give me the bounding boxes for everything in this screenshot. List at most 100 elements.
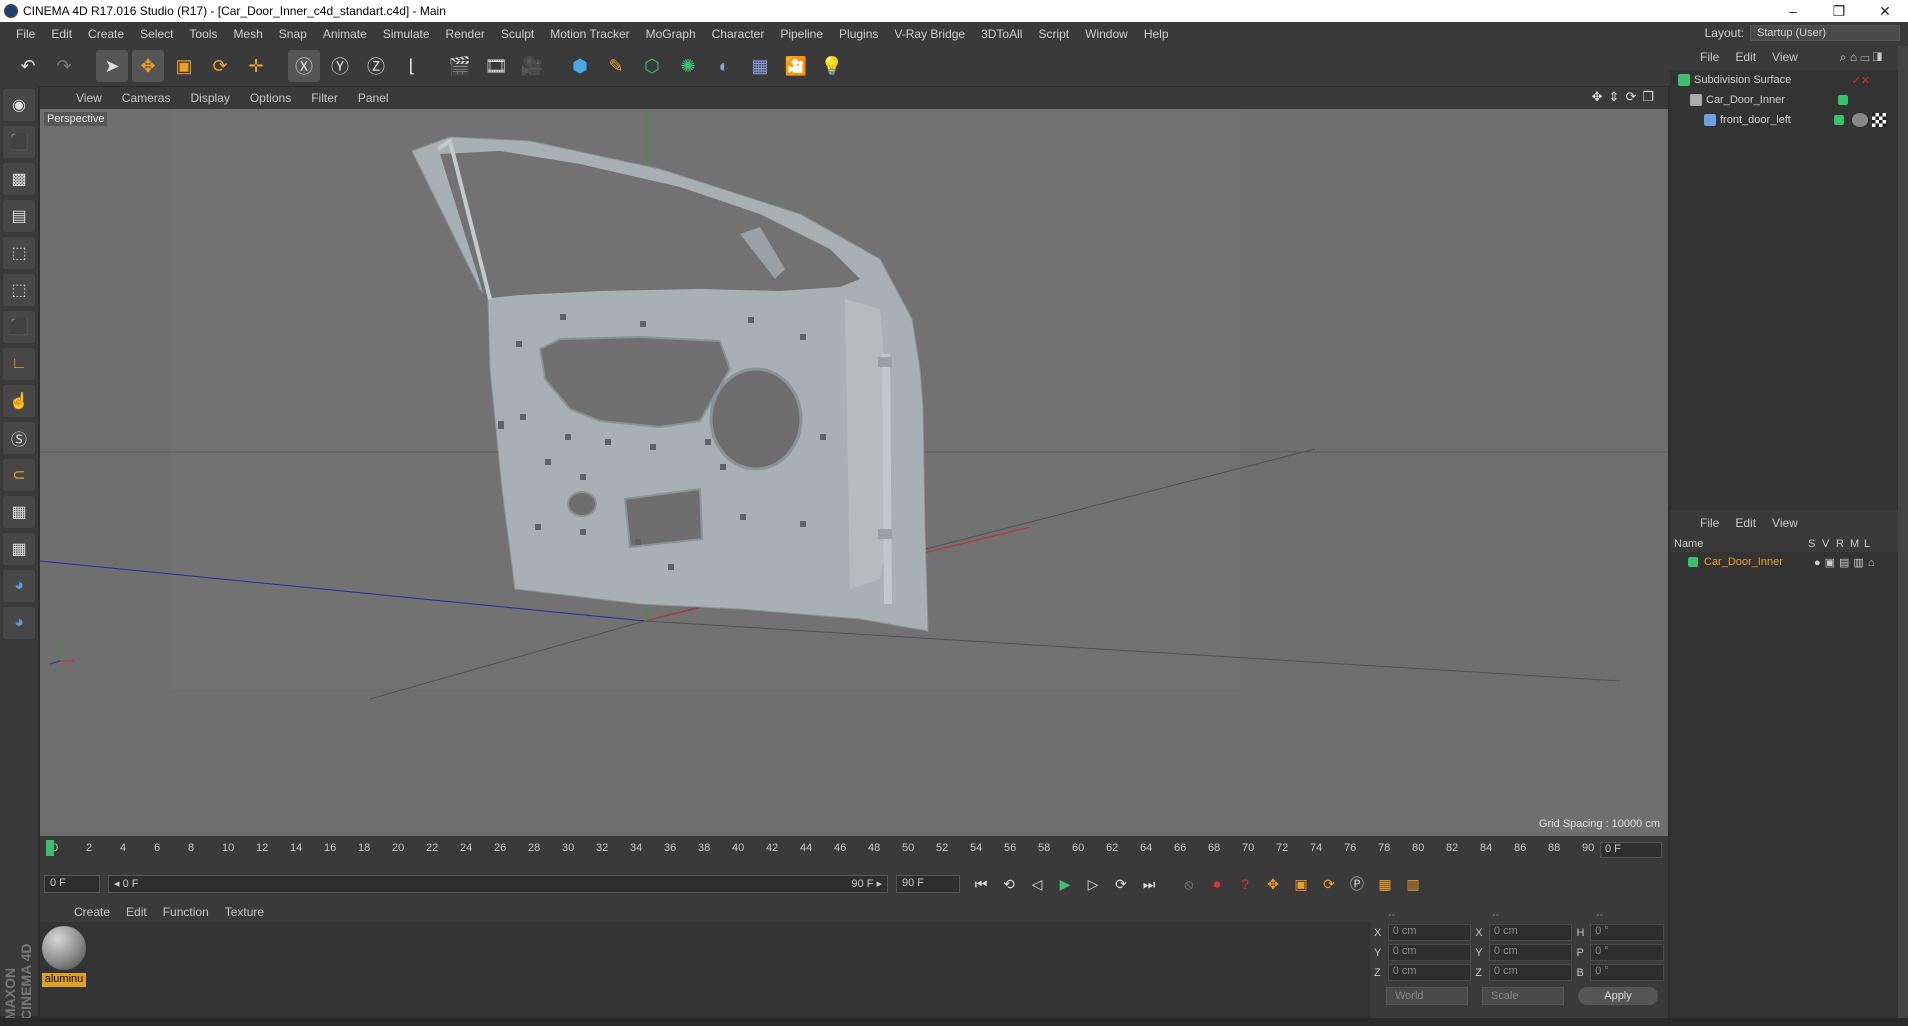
y-axis-lock-icon[interactable]: Ⓨ xyxy=(324,50,356,82)
size-x-field[interactable]: 0 cm xyxy=(1488,924,1573,941)
menu-sculpt[interactable]: Sculpt xyxy=(493,27,542,41)
material-menu-function[interactable]: Function xyxy=(155,905,217,919)
live-select-icon[interactable]: ✛ xyxy=(240,50,272,82)
make-editable-icon[interactable]: ◉ xyxy=(3,89,35,121)
menu-motion-tracker[interactable]: Motion Tracker xyxy=(542,27,637,41)
light-icon[interactable]: 💡 xyxy=(816,50,848,82)
cube-object-icon[interactable]: ⬢ xyxy=(564,50,596,82)
viewport-camera-label[interactable]: Perspective xyxy=(44,112,108,126)
camera-icon[interactable]: 🎦 xyxy=(780,50,812,82)
layout-dropdown[interactable]: Startup (User) xyxy=(1750,25,1900,41)
layer-flag-icons[interactable]: ●▣▤▥⌂ xyxy=(1814,556,1878,569)
object-visibility-toggle-icon[interactable]: ✓✕ xyxy=(1852,74,1870,87)
material-swatch[interactable]: aluminu xyxy=(42,926,88,988)
keyframe-selection-icon[interactable]: ? xyxy=(1232,871,1258,897)
size-mode-dropdown[interactable]: Scale xyxy=(1482,987,1564,1005)
menu-vray-bridge[interactable]: V-Ray Bridge xyxy=(886,27,973,41)
size-z-field[interactable]: 0 cm xyxy=(1488,964,1573,981)
coordinate-mode-dropdown[interactable]: World xyxy=(1386,987,1468,1005)
snap-magnet-icon[interactable]: ⊂ xyxy=(3,459,35,491)
layer-color-dot[interactable] xyxy=(1838,95,1848,105)
go-to-start-icon[interactable]: ⏮ xyxy=(968,871,994,897)
previous-key-icon[interactable]: ⟲ xyxy=(996,871,1022,897)
size-y-field[interactable]: 0 cm xyxy=(1488,944,1573,961)
viewport-menu-options[interactable]: Options xyxy=(240,91,301,105)
restore-button[interactable]: ❐ xyxy=(1816,3,1862,20)
tweak-mode-icon[interactable]: ☝ xyxy=(3,385,35,417)
viewport-menu-view[interactable]: View xyxy=(66,91,112,105)
rotation-h-field[interactable]: 0 ° xyxy=(1590,924,1664,941)
menu-simulate[interactable]: Simulate xyxy=(375,27,438,41)
menu-character[interactable]: Character xyxy=(704,27,773,41)
position-y-field[interactable]: 0 cm xyxy=(1387,944,1472,961)
menu-render[interactable]: Render xyxy=(438,27,493,41)
autokey-icon[interactable]: ⏺ xyxy=(1204,871,1230,897)
minimize-button[interactable]: – xyxy=(1770,3,1816,19)
array-icon[interactable]: ✺ xyxy=(672,50,704,82)
material-menu-create[interactable]: Create xyxy=(66,905,118,919)
viewport-menu-panel[interactable]: Panel xyxy=(348,91,399,105)
viewport-menu-display[interactable]: Display xyxy=(180,91,239,105)
object-menu-file[interactable]: File xyxy=(1692,50,1727,64)
layer-menu-view[interactable]: View xyxy=(1764,516,1806,530)
key-rotation-icon[interactable]: ⟳ xyxy=(1316,871,1342,897)
key-pla-icon[interactable]: ▦ xyxy=(1372,871,1398,897)
python-console-icon[interactable]: ◕ xyxy=(3,607,35,639)
position-z-field[interactable]: 0 cm xyxy=(1387,964,1472,981)
render-picture-viewer-icon[interactable]: 🎞 xyxy=(480,50,512,82)
subdivision-icon[interactable]: ⬡ xyxy=(636,50,668,82)
timeline-ruler[interactable]: 0 2 4 6 8 10 12 14 16 18 20 22 24 26 28 30 32 34 36 38 40 42 4… xyxy=(40,836,1668,866)
workplane-lock-icon[interactable]: ▦ xyxy=(3,496,35,528)
viewport-menu-filter[interactable]: Filter xyxy=(301,91,348,105)
edges-mode-icon[interactable]: ⬚ xyxy=(3,274,35,306)
menu-help[interactable]: Help xyxy=(1136,27,1177,41)
position-x-field[interactable]: 0 cm xyxy=(1387,924,1472,941)
points-mode-icon[interactable]: ⬚ xyxy=(3,237,35,269)
texture-tag-icon[interactable] xyxy=(1872,113,1886,127)
layer-color-dot[interactable] xyxy=(1834,115,1844,125)
z-axis-lock-icon[interactable]: Ⓩ xyxy=(360,50,392,82)
move-tool-icon[interactable]: ✥ xyxy=(132,50,164,82)
x-axis-lock-icon[interactable]: Ⓧ xyxy=(288,50,320,82)
close-button[interactable]: ✕ xyxy=(1862,3,1908,20)
start-frame-field[interactable]: 0 F xyxy=(44,875,100,893)
end-frame-field[interactable]: 90 F xyxy=(896,875,960,893)
menu-snap[interactable]: Snap xyxy=(271,27,315,41)
texture-mode-icon[interactable]: ▩ xyxy=(3,163,35,195)
menu-plugins[interactable]: Plugins xyxy=(831,27,886,41)
menu-window[interactable]: Window xyxy=(1077,27,1136,41)
menu-create[interactable]: Create xyxy=(80,27,132,41)
object-row-subdivision[interactable]: Subdivision Surface ✓✕ xyxy=(1670,70,1898,90)
next-frame-icon[interactable]: ▷ xyxy=(1080,871,1106,897)
layer-menu-file[interactable]: File xyxy=(1692,516,1727,530)
menu-select[interactable]: Select xyxy=(132,27,181,41)
rotation-b-field[interactable]: 0 ° xyxy=(1590,964,1664,981)
deformer-icon[interactable]: ◐ xyxy=(708,50,740,82)
model-mode-icon[interactable]: ⬛ xyxy=(3,126,35,158)
menu-pipeline[interactable]: Pipeline xyxy=(772,27,831,41)
material-menu-texture[interactable]: Texture xyxy=(217,905,272,919)
pen-spline-icon[interactable]: ✎ xyxy=(600,50,632,82)
menu-mograph[interactable]: MoGraph xyxy=(638,27,704,41)
material-tag-icon[interactable] xyxy=(1852,113,1868,127)
menu-animate[interactable]: Animate xyxy=(315,27,375,41)
key-scale-icon[interactable]: ▣ xyxy=(1288,871,1314,897)
key-parameter-icon[interactable]: Ⓟ xyxy=(1344,871,1370,897)
rotation-p-field[interactable]: 0 ° xyxy=(1590,944,1664,961)
go-to-end-icon[interactable]: ⏭ xyxy=(1136,871,1162,897)
play-icon[interactable]: ▶ xyxy=(1052,871,1078,897)
redo-icon[interactable]: ↷ xyxy=(48,50,80,82)
object-row-car-door-inner[interactable]: Car_Door_Inner xyxy=(1670,90,1898,110)
next-key-icon[interactable]: ⟳ xyxy=(1108,871,1134,897)
select-arrow-icon[interactable]: ➤ xyxy=(96,50,128,82)
menu-3dtoall[interactable]: 3DToAll xyxy=(973,27,1030,41)
layer-row[interactable]: Car_Door_Inner ●▣▤▥⌂ xyxy=(1670,552,1898,572)
workplane-mode-icon[interactable]: ▤ xyxy=(3,200,35,232)
object-menu-edit[interactable]: Edit xyxy=(1727,50,1764,64)
rotate-tool-icon[interactable]: ⟳ xyxy=(204,50,236,82)
object-menu-view[interactable]: View xyxy=(1764,50,1806,64)
object-manager-tools-icons[interactable]: ⌕ ⌂ ▭ ◨ xyxy=(1840,50,1882,65)
viewport-menu-cameras[interactable]: Cameras xyxy=(112,91,181,105)
menu-file[interactable]: File xyxy=(8,27,43,41)
viewport-navigation-icons[interactable]: ✥⇕⟳❐ xyxy=(1592,89,1660,105)
